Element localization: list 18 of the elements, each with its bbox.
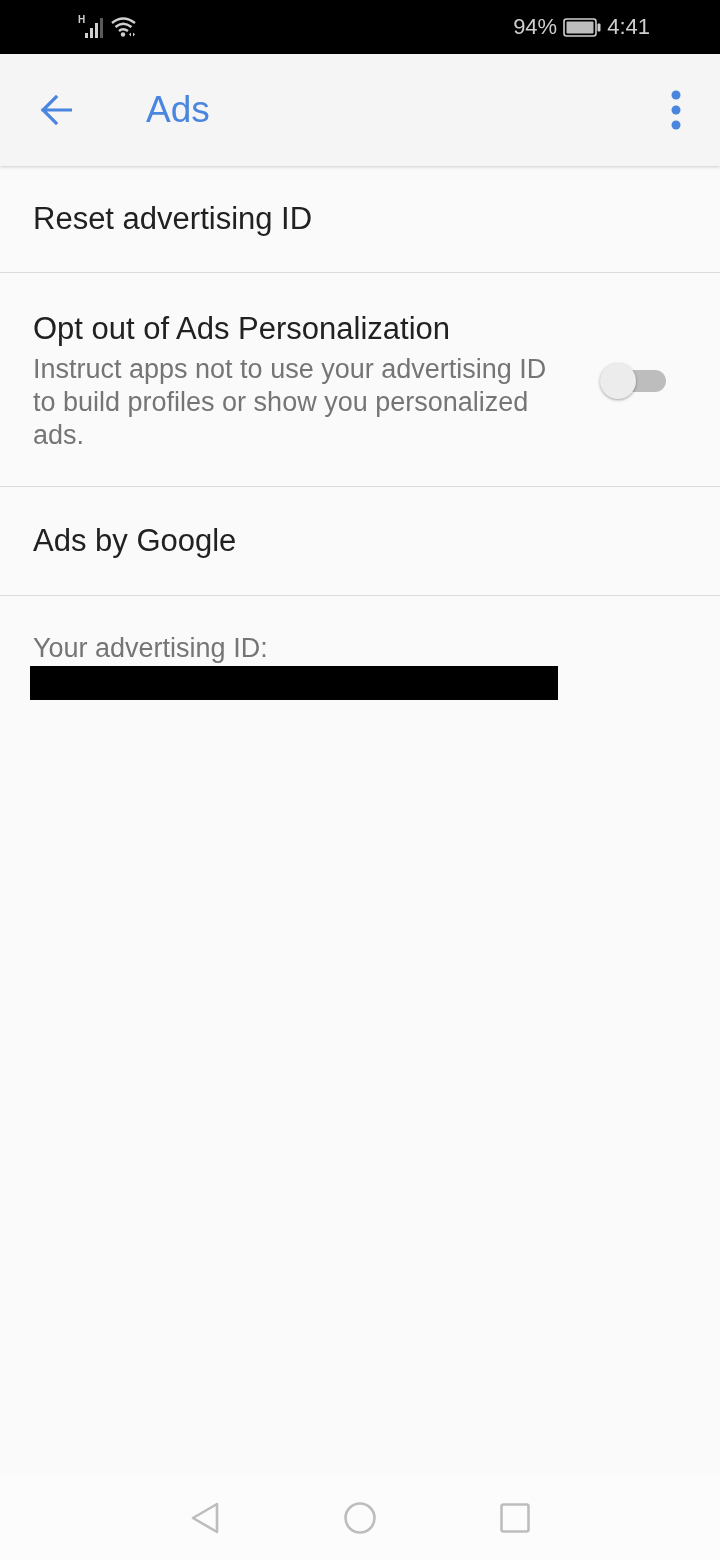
battery-percentage: 94% [513, 14, 558, 40]
more-options-icon [671, 90, 681, 130]
back-navigation-icon[interactable] [190, 1501, 220, 1534]
home-navigation-icon[interactable] [344, 1501, 376, 1534]
wifi-icon [111, 17, 137, 37]
screen-title: Ads [146, 89, 210, 131]
setting-description: Instruct apps not to use your advertising ID to build profiles or show you personalized ads. [33, 353, 548, 452]
recent-apps-icon[interactable] [500, 1502, 530, 1533]
settings-item[interactable]: Ads by Google [0, 487, 720, 596]
network-type-label: H [78, 15, 86, 25]
back-arrow-icon [40, 95, 72, 125]
setting-title: Opt out of Ads Personalization [33, 310, 452, 348]
advertising-id-label: Your advertising ID: [32, 632, 269, 664]
clock-time: 4:41 [607, 14, 650, 40]
battery-icon [563, 17, 602, 37]
cellular-signal-icon [85, 18, 104, 38]
settings-item[interactable]: Reset advertising ID [0, 166, 720, 273]
toggle-switch[interactable] [600, 362, 666, 400]
